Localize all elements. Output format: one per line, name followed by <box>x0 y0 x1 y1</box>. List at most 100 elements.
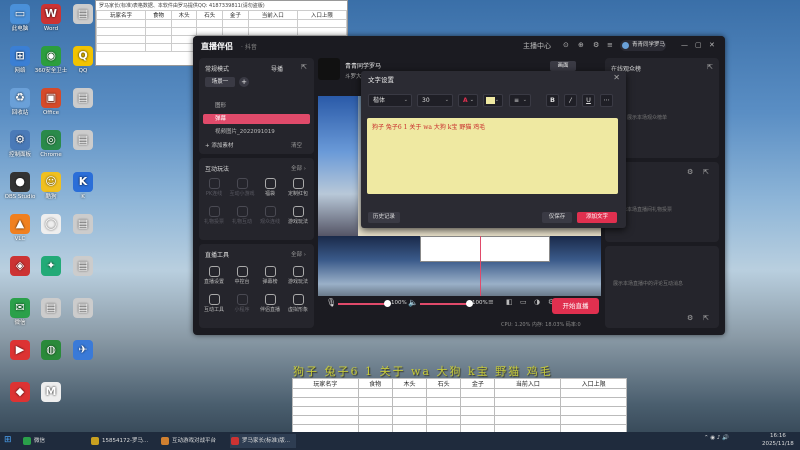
save-only-button[interactable]: 仅保存 <box>542 212 572 223</box>
feature-button[interactable]: 小程序 <box>229 294 255 313</box>
add-scene-button[interactable]: + <box>239 77 249 87</box>
desktop-icon[interactable]: ▤ <box>65 88 101 110</box>
desktop-icon[interactable]: ▤ <box>33 298 69 320</box>
desktop-icon[interactable]: ◎ Chrome <box>33 130 69 159</box>
feature-button[interactable]: 伴侣直播 <box>257 294 283 313</box>
effect-icon[interactable]: ◑ <box>534 298 540 306</box>
taskbar-item[interactable]: 15854172-罗马... <box>90 434 154 448</box>
mode-dropdown[interactable]: 常规模式 <box>205 64 229 73</box>
close-icon[interactable]: ✕ <box>613 73 620 82</box>
source-item[interactable]: 图形 <box>203 101 310 111</box>
clear-button[interactable]: 清空 <box>291 141 302 149</box>
start-icon[interactable]: ⊞ <box>4 435 12 445</box>
spreadsheet-window-bottom[interactable]: 玩家名字 食物 木头 石头 金子 当前入口 入口上限 <box>292 378 627 438</box>
align-select[interactable]: ≡ ⌄ <box>509 94 531 107</box>
text-input[interactable]: 狗子 兔子6 1 关于 wa 大狗 k宝 野猫 鸡毛 <box>367 118 618 194</box>
source-item-active[interactable]: 弹幕 <box>203 114 310 124</box>
feature-button[interactable]: 直播设置 <box>201 266 227 285</box>
feature-button[interactable]: 中控台 <box>229 266 255 285</box>
add-material-button[interactable]: + 添加素材 <box>205 141 233 149</box>
feature-icon <box>264 178 276 189</box>
desktop-icon[interactable]: ☺ 酷狗 <box>33 172 69 201</box>
desktop-icon[interactable]: ✈ <box>65 340 101 362</box>
history-button[interactable]: 历史记录 <box>368 212 400 223</box>
speaker-icon[interactable]: 🔈 <box>408 298 418 307</box>
app-icon: ▤ <box>41 298 61 318</box>
text-settings-dialog: 文字设置 ✕ 楷体 ⌄ 30 ⌄ A ⌄ ⌄ ≡ ⌄ B / U ⋯ 狗子 兔子6 1 … <box>361 71 626 228</box>
feature-button[interactable]: 虚拟形象 <box>285 294 311 313</box>
eq-icon[interactable]: ≡ <box>488 298 494 306</box>
app-icon: ⚙ <box>10 130 30 150</box>
desktop-icon[interactable]: ◯ <box>33 214 69 236</box>
desktop-icon[interactable]: ▣ Office <box>33 88 69 117</box>
bg-color-select[interactable]: ⌄ <box>483 94 503 107</box>
external-icon[interactable]: ⇱ <box>301 63 307 71</box>
feature-label: 互动小游戏 <box>229 191 255 197</box>
settings-icon[interactable]: ⚙ <box>593 41 599 49</box>
streamer-center-link[interactable]: 主播中心 <box>523 41 551 51</box>
tab-preview[interactable]: 画面 <box>550 61 576 71</box>
record-icon[interactable]: ▭ <box>520 298 527 306</box>
desktop-icon[interactable]: ◉ 360安全卫士 <box>33 46 69 75</box>
clock-date[interactable]: 2025/11/18 <box>762 441 794 447</box>
menu-icon[interactable]: ≡ <box>607 41 613 49</box>
close-button[interactable]: ✕ <box>709 41 715 49</box>
record-icon[interactable]: ⊙ <box>563 41 569 49</box>
desktop-icon[interactable]: ▤ <box>65 214 101 236</box>
scene-tab[interactable]: 场景一 <box>205 77 235 87</box>
feature-button[interactable]: 互动工具 <box>201 294 227 313</box>
speaker-volume-slider[interactable] <box>420 300 473 307</box>
clock-time[interactable]: 16:16 <box>770 433 786 439</box>
minimize-button[interactable]: — <box>681 41 688 49</box>
text-color-select[interactable]: A ⌄ <box>458 94 478 107</box>
desktop-icon[interactable]: ✦ <box>33 256 69 278</box>
feature-icon <box>264 206 276 217</box>
taskbar-item[interactable]: 罗马家长(标准)版... <box>230 434 296 448</box>
comments-panel: 展示本场直播中的评论互动消息 ⚙ ⇱ <box>605 246 719 328</box>
italic-button[interactable]: / <box>564 94 577 107</box>
feature-button[interactable]: 游戏玩法 <box>285 206 311 225</box>
desktop-icon[interactable]: ▤ <box>65 130 101 152</box>
tools-all-link[interactable]: 全部 › <box>291 250 306 258</box>
desktop-icon[interactable]: KK <box>65 172 101 201</box>
taskbar-item[interactable]: 微信 <box>22 434 84 448</box>
desktop-icon[interactable]: ▤ <box>65 298 101 320</box>
desktop-icon[interactable]: ▤ <box>65 256 101 278</box>
source-item[interactable]: 视频图片_2022091019 <box>203 127 310 137</box>
camera-icon[interactable]: ◧ <box>506 298 513 306</box>
feature-button[interactable]: 观众连线 <box>257 206 283 225</box>
feature-button[interactable]: 互动小游戏 <box>229 178 255 197</box>
feature-button[interactable]: PK连线 <box>201 178 227 197</box>
interact-all-link[interactable]: 全部 › <box>291 164 306 172</box>
add-text-button[interactable]: 添加文字 <box>577 212 617 223</box>
maximize-button[interactable]: ▢ <box>695 41 702 49</box>
settings-icon[interactable]: ⚙ <box>687 314 693 322</box>
desktop-icon[interactable]: ◍ <box>33 340 69 362</box>
feature-button[interactable]: 游戏玩法 <box>285 266 311 285</box>
font-size-select[interactable]: 30 ⌄ <box>417 94 453 107</box>
feature-button[interactable]: 福袋 <box>257 178 283 197</box>
popout-icon[interactable]: ⇱ <box>703 314 709 322</box>
feature-button[interactable]: 礼物投票 <box>201 206 227 225</box>
mic-volume-slider[interactable] <box>338 300 391 307</box>
popout-icon[interactable]: ⇱ <box>707 63 713 71</box>
popout-icon[interactable]: ⇱ <box>703 168 709 176</box>
desktop-icon[interactable]: W Word <box>33 4 69 33</box>
font-family-select[interactable]: 楷体 ⌄ <box>368 94 412 107</box>
plus-icon[interactable]: ⊕ <box>578 41 584 49</box>
guide-button[interactable]: 导播 <box>271 64 283 73</box>
mic-icon[interactable]: 🎙 <box>326 298 336 307</box>
feature-button[interactable]: 定制红包 <box>285 178 311 197</box>
start-live-button[interactable]: 开始直播 <box>552 298 599 314</box>
underline-button[interactable]: U <box>582 94 595 107</box>
tray-icons[interactable]: ⌃ ◉ ♪ 🔊 <box>704 435 729 441</box>
feature-button[interactable]: 弹幕榜 <box>257 266 283 285</box>
settings-icon[interactable]: ⚙ <box>687 168 693 176</box>
desktop-icon[interactable]: M <box>33 382 69 404</box>
feature-button[interactable]: 礼物互动 <box>229 206 255 225</box>
more-button[interactable]: ⋯ <box>600 94 613 107</box>
user-chip[interactable]: 青青同学罗马 <box>620 40 666 51</box>
feature-label: 游戏玩法 <box>287 219 308 225</box>
bold-button[interactable]: B <box>546 94 559 107</box>
taskbar-item[interactable]: 互动游戏对战平台 <box>160 434 224 448</box>
